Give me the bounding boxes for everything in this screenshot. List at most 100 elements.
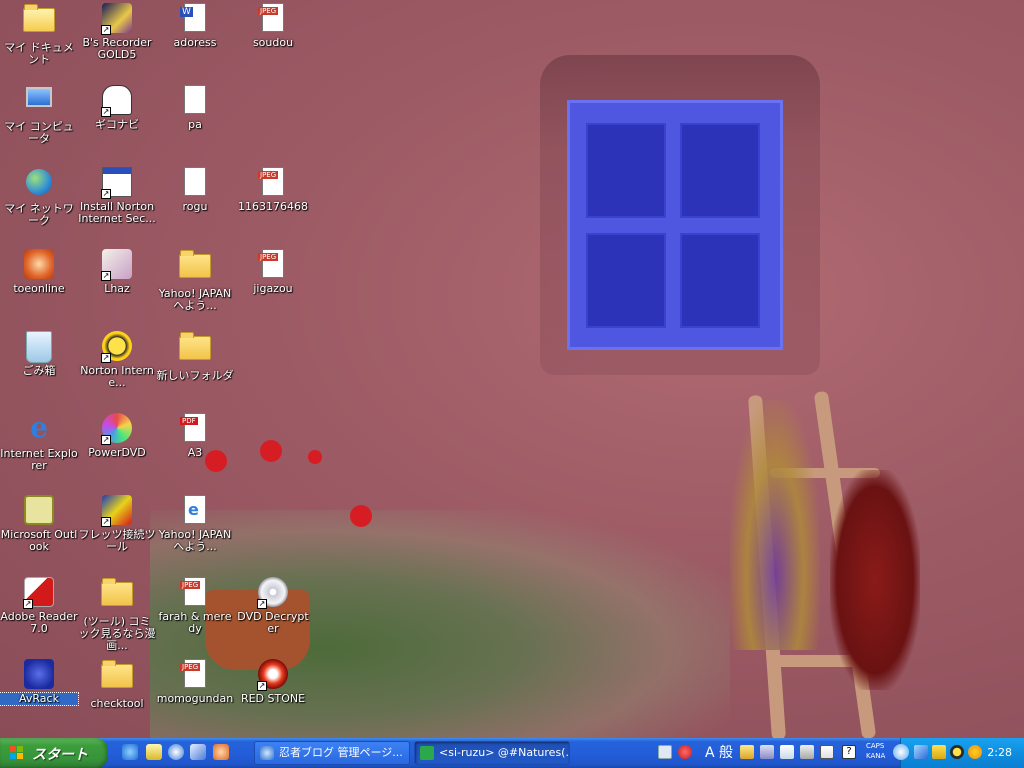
jpeg-file-icon: JPEG <box>179 577 211 609</box>
dvd-disc-icon: ↗ <box>257 577 289 609</box>
desktop-icon-toeonline[interactable]: toeonline <box>0 248 78 295</box>
tray-expand-chevron-icon[interactable] <box>893 744 909 760</box>
help-icon[interactable]: ? <box>842 745 856 759</box>
desktop-icon-label: フレッツ接続ツール <box>78 528 156 553</box>
desktop-icon-label: Yahoo! JAPANへよう... <box>158 287 232 312</box>
toeonline-icon <box>23 249 55 281</box>
desktop[interactable]: マイ ドキュメント マイ コンピュータ マイ ネットワーク toeonline … <box>0 0 1024 738</box>
desktop-icon-powerdvd[interactable]: ↗ PowerDVD <box>78 412 156 459</box>
desktop-icon-label: RED STONE <box>240 692 306 705</box>
start-label: スタート <box>32 747 88 763</box>
start-button[interactable]: スタート <box>0 738 108 768</box>
ime-tool-icon[interactable] <box>760 745 774 759</box>
desktop-icon-label: Install Norton Internet Sec... <box>78 200 156 225</box>
desktop-icon-label: rogu <box>182 200 208 213</box>
desktop-icon-new-folder[interactable]: 新しいフォルダ <box>156 330 234 382</box>
desktop-icon-1163176468[interactable]: JPEG 1163176468 <box>234 166 312 213</box>
desktop-icon-adoress[interactable]: W adoress <box>156 2 234 49</box>
window-pane <box>680 233 760 328</box>
desktop-icon-a3-pdf[interactable]: PDF A3 <box>156 412 234 459</box>
quicklaunch-show-desktop-icon[interactable] <box>146 744 162 760</box>
desktop-icon-momogundan[interactable]: JPEG momogundan <box>156 658 234 705</box>
jpeg-file-icon: JPEG <box>257 249 289 281</box>
clock[interactable]: 2:28 <box>987 746 1012 759</box>
desktop-icon-label: Microsoft Outlook <box>0 528 78 553</box>
desktop-icon-farah-meredy[interactable]: JPEG farah & meredy <box>156 576 234 635</box>
window-pane <box>586 123 666 218</box>
desktop-icon-adobe-reader[interactable]: ↗ Adobe Reader 7.0 <box>0 576 78 635</box>
yahoo-y-icon <box>420 746 434 760</box>
jpeg-file-icon: JPEG <box>257 167 289 199</box>
desktop-icon-label: checktool <box>90 697 144 710</box>
desktop-icon-avrack[interactable]: AvRack <box>0 658 79 706</box>
desktop-icon-flets-tool[interactable]: ↗ フレッツ接続ツール <box>78 494 156 553</box>
desktop-icon-label: AvRack <box>0 692 79 706</box>
wallpaper-dried-herbs <box>730 400 820 650</box>
wallpaper-geranium <box>350 505 372 527</box>
desktop-icon-label: ギコナビ <box>95 118 139 131</box>
desktop-icon-label: adoress <box>173 36 217 49</box>
desktop-icon-my-documents[interactable]: マイ ドキュメント <box>0 2 78 66</box>
pdf-file-icon: PDF <box>179 413 211 445</box>
desktop-icon-label: DVD Decrypter <box>237 610 309 635</box>
quicklaunch-ie-icon[interactable] <box>122 744 138 760</box>
ime-options-icon[interactable] <box>820 745 834 759</box>
text-file-icon <box>179 85 211 117</box>
messenger-tray-icon[interactable] <box>968 745 982 759</box>
ime-mode-indicator[interactable]: A 般 <box>705 738 733 768</box>
desktop-icon-label: 新しいフォルダ <box>156 369 234 382</box>
wallpaper-chili-ristra <box>830 470 920 690</box>
security-warning-icon[interactable] <box>932 745 946 759</box>
task-label: 忍者ブログ 管理ページ... <box>279 746 403 759</box>
powerdvd-disc-icon: ↗ <box>101 413 133 445</box>
desktop-icon-pa[interactable]: pa <box>156 84 234 131</box>
desktop-icon-lhaz[interactable]: ↗ Lhaz <box>78 248 156 295</box>
desktop-icon-install-norton[interactable]: ↗ Install Norton Internet Sec... <box>78 166 156 225</box>
desktop-icon-label: Lhaz <box>104 282 130 295</box>
desktop-icon-checktool[interactable]: checktool <box>78 658 156 710</box>
desktop-icon-norton-internet[interactable]: ↗ Norton Interne... <box>78 330 156 389</box>
caps-kana-indicator: CAPS KANA <box>866 742 886 760</box>
desktop-icon-label: マイ ネットワーク <box>4 202 74 227</box>
desktop-icon-my-computer[interactable]: マイ コンピュータ <box>0 84 78 145</box>
ime-document-icon[interactable] <box>780 745 794 759</box>
quicklaunch-toeonline-icon[interactable] <box>213 744 229 760</box>
quicklaunch-media-player-icon[interactable] <box>168 744 184 760</box>
internet-explorer-icon: e <box>30 411 48 444</box>
desktop-icon-label: A3 <box>187 446 203 459</box>
desktop-icon-label: soudou <box>252 36 294 49</box>
desktop-icon-jigazou[interactable]: JPEG jigazou <box>234 248 312 295</box>
desktop-icon-red-stone[interactable]: ↗ RED STONE <box>234 658 312 705</box>
taskbar-button-natures[interactable]: <si-ruzu> @#Natures(... <box>414 741 570 765</box>
taskbar-button-ninja-blog[interactable]: 忍者ブログ 管理ページ... <box>254 741 410 765</box>
ime-pad-icon[interactable] <box>678 745 692 759</box>
gikonavi-cat-icon: ↗ <box>101 85 133 117</box>
my-documents-icon <box>23 4 55 40</box>
recycle-bin-icon <box>23 331 55 363</box>
desktop-icon-soudou[interactable]: JPEG soudou <box>234 2 312 49</box>
desktop-icon-label: jigazou <box>253 282 293 295</box>
desktop-icon-my-network[interactable]: マイ ネットワーク <box>0 166 78 227</box>
norton-globe-icon: ↗ <box>101 331 133 363</box>
desktop-icon-yahoo-japan-folder[interactable]: Yahoo! JAPANへよう... <box>156 248 234 312</box>
desktop-icon-label: Norton Interne... <box>80 364 154 389</box>
desktop-icon-internet-explorer[interactable]: e Internet Explorer <box>0 412 78 472</box>
desktop-icon-gikonavi[interactable]: ↗ ギコナビ <box>78 84 156 131</box>
network-connection-icon[interactable] <box>914 745 928 759</box>
desktop-icon-rogu[interactable]: rogu <box>156 166 234 213</box>
ime-pen-icon[interactable] <box>800 745 814 759</box>
desktop-icon-microsoft-outlook[interactable]: Microsoft Outlook <box>0 494 78 553</box>
ime-dictionary-icon[interactable] <box>740 745 754 759</box>
keyboard-icon[interactable] <box>658 745 672 759</box>
desktop-icon-bs-recorder[interactable]: ↗ B's Recorder GOLD5 <box>78 2 156 61</box>
desktop-icon-comic-tool[interactable]: (ツール) コミック見るなら漫画... <box>78 576 156 652</box>
quicklaunch-outlook-icon[interactable] <box>190 744 206 760</box>
desktop-icon-dvd-decrypter[interactable]: ↗ DVD Decrypter <box>234 576 312 635</box>
norton-tray-icon[interactable] <box>950 745 964 759</box>
lhaz-icon: ↗ <box>101 249 133 281</box>
windows-flag-icon <box>10 746 24 760</box>
desktop-icon-recycle-bin[interactable]: ごみ箱 <box>0 330 78 377</box>
desktop-icon-label: ごみ箱 <box>22 364 56 377</box>
desktop-icon-label: Yahoo! JAPANへよう... <box>158 528 232 553</box>
desktop-icon-yahoo-japan-link[interactable]: e Yahoo! JAPANへよう... <box>156 494 234 553</box>
